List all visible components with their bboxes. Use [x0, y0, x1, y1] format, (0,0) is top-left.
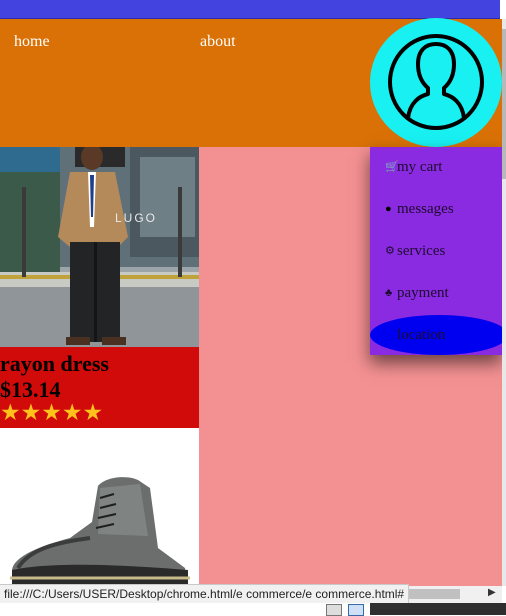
top-strip — [0, 0, 500, 19]
profile-avatar[interactable] — [370, 18, 502, 147]
gear-icon: ⚙ — [385, 245, 395, 257]
payment-icon: ♣ — [385, 287, 393, 299]
man-in-suit-photo: LUGO — [0, 147, 199, 347]
menu-item-location[interactable]: location — [385, 327, 445, 349]
user-silhouette-icon — [388, 34, 484, 130]
product-image[interactable]: LUGO — [0, 147, 199, 347]
menu-item-label: payment — [397, 285, 449, 301]
star-rating: ★★★★★ — [0, 400, 104, 426]
nav-home-link[interactable]: home — [14, 33, 50, 51]
menu-item-payment[interactable]: ♣ payment — [385, 285, 449, 307]
menu-item-label: messages — [397, 201, 454, 217]
nav-about-link[interactable]: about — [200, 33, 236, 51]
product-image-boot[interactable] — [0, 428, 199, 588]
profile-dropdown-menu: 🛒my cart ● messages ⚙ services ♣ payment lo… — [370, 147, 506, 355]
view-window-icon[interactable] — [348, 604, 364, 616]
message-dot-icon: ● — [385, 203, 392, 215]
view-details-icon[interactable] — [326, 604, 342, 616]
cart-icon: 🛒 — [385, 161, 399, 173]
horizontal-scroll-thumb[interactable] — [405, 589, 460, 599]
image-sign-text: LUGO — [115, 211, 157, 225]
menu-item-label: location — [397, 327, 446, 343]
menu-item-messages[interactable]: ● messages — [385, 201, 454, 223]
menu-item-label: services — [397, 243, 446, 259]
menu-item-my-cart[interactable]: 🛒my cart — [385, 159, 442, 181]
vertical-scroll-thumb[interactable] — [502, 29, 506, 179]
taskbar — [0, 603, 506, 616]
product-card-info: rayon dress $13.14 ★★★★★ — [0, 347, 199, 428]
menu-item-label: my cart — [397, 159, 443, 175]
taskbar-dark-region — [370, 603, 506, 615]
scroll-right-arrow-icon[interactable]: ▶ — [488, 587, 496, 598]
vertical-scrollbar[interactable] — [502, 19, 506, 586]
boot-photo — [0, 428, 199, 588]
menu-item-services[interactable]: ⚙ services — [385, 243, 445, 265]
product-name: rayon dress — [0, 351, 109, 376]
